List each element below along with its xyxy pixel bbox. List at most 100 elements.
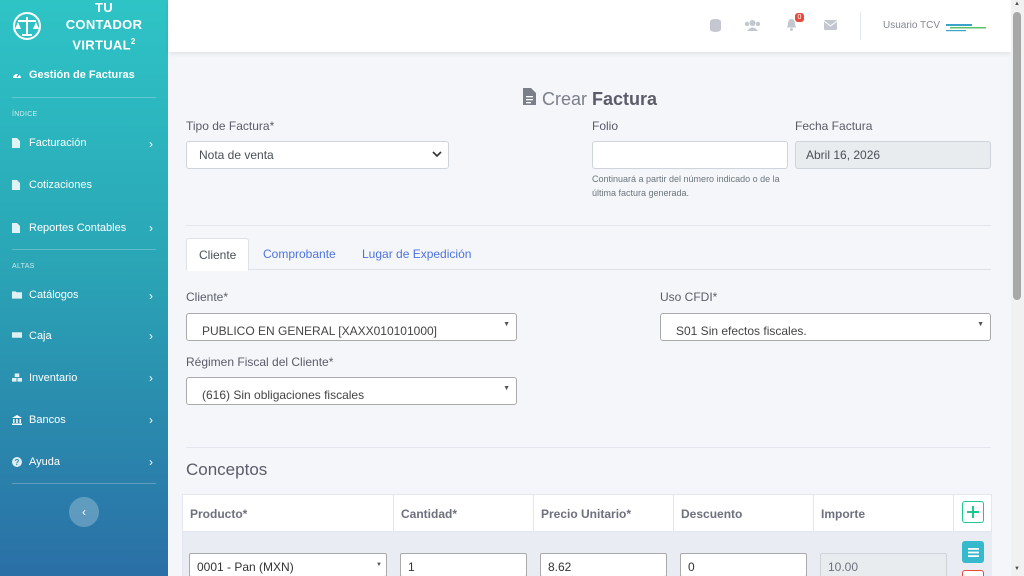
- database-icon[interactable]: [708, 18, 722, 32]
- cliente-value: PUBLICO EN GENERAL [XAXX010101000]: [202, 324, 438, 338]
- column-cantidad: Cantidad*: [394, 495, 534, 532]
- sidebar-item-label: Inventario: [29, 372, 78, 384]
- sidebar-item-gestion-facturas[interactable]: Gestión de Facturas: [0, 53, 168, 97]
- folder-icon: [12, 290, 22, 300]
- cliente-select[interactable]: PUBLICO EN GENERAL [XAXX010101000] ▼: [186, 313, 517, 341]
- boxes-icon: [12, 373, 22, 383]
- add-concept-button[interactable]: [962, 501, 984, 523]
- chevron-right-icon: ›: [149, 221, 153, 235]
- users-icon[interactable]: [743, 18, 761, 32]
- sidebar-item-label: Gestión de Facturas: [29, 69, 135, 81]
- table-row: 0001 - Pan (MXN) ▼ 1 8.62 0 10.00: [182, 532, 992, 576]
- caret-down-icon: ▼: [503, 385, 510, 392]
- tipo-factura-value: Nota de venta: [199, 148, 274, 162]
- folio-label: Folio: [592, 119, 619, 133]
- invoice-file-icon: [523, 88, 536, 110]
- scrollbar-thumb[interactable]: [1013, 12, 1021, 300]
- svg-text:?: ?: [15, 458, 20, 467]
- importe-input: 10.00: [820, 553, 947, 576]
- page-title-light: Crear: [542, 88, 588, 109]
- regimen-fiscal-label: Régimen Fiscal del Cliente*: [186, 355, 334, 369]
- sidebar-item-label: Caja: [29, 330, 52, 342]
- regimen-fiscal-select[interactable]: (616) Sin obligaciones fiscales ▼: [186, 377, 517, 405]
- sidebar-toggle-button[interactable]: ‹: [69, 497, 99, 527]
- producto-value: 0001 - Pan (MXN): [197, 560, 294, 574]
- page-title: Crear Factura: [523, 88, 657, 110]
- column-precio-unitario: Precio Unitario*: [534, 495, 674, 532]
- delete-concept-button[interactable]: [962, 570, 984, 576]
- divider: [12, 483, 156, 484]
- money-icon: [12, 331, 22, 341]
- column-producto: Producto*: [183, 495, 394, 532]
- plus-icon: [967, 506, 979, 518]
- list-icon: [967, 547, 979, 557]
- section-altas: ALTAS: [12, 263, 35, 270]
- chevron-right-icon: ›: [149, 413, 153, 427]
- chevron-right-icon: ›: [149, 289, 153, 303]
- divider: [186, 447, 991, 448]
- user-name[interactable]: Usuario TCV: [883, 20, 940, 31]
- company-logo-icon[interactable]: [944, 20, 988, 32]
- chevron-right-icon: ›: [149, 455, 153, 469]
- regimen-fiscal-value: (616) Sin obligaciones fiscales: [202, 388, 365, 402]
- sidebar-item-cotizaciones[interactable]: Cotizaciones: [0, 163, 168, 207]
- conceptos-title: Conceptos: [186, 460, 268, 479]
- divider: [186, 225, 991, 226]
- folio-hint: Continuará a partir del número indicado …: [592, 174, 780, 198]
- tipo-factura-label: Tipo de Factura*: [186, 119, 275, 133]
- sidebar-item-reportes-contables[interactable]: Reportes Contables ›: [0, 207, 168, 249]
- bell-icon[interactable]: 0: [784, 13, 804, 32]
- file-icon: [12, 138, 22, 148]
- sidebar-item-label: Cotizaciones: [29, 179, 92, 191]
- scroll-up-arrow-icon[interactable]: ▲: [1013, 1, 1021, 7]
- chevron-left-icon: ‹: [82, 505, 86, 519]
- sidebar-item-catalogos[interactable]: Catálogos ›: [0, 275, 168, 315]
- uso-cfdi-select[interactable]: S01 Sin efectos fiscales. ▼: [660, 313, 991, 341]
- descuento-input[interactable]: 0: [680, 553, 807, 576]
- chevron-right-icon: ›: [149, 371, 153, 385]
- question-icon: ?: [12, 457, 22, 467]
- column-descuento: Descuento: [674, 495, 814, 532]
- tipo-factura-select[interactable]: Nota de venta: [186, 141, 449, 169]
- sidebar-item-label: Bancos: [29, 414, 66, 426]
- caret-down-icon: ▼: [503, 321, 510, 328]
- cliente-label: Cliente*: [186, 290, 229, 304]
- sidebar-item-label: Reportes Contables: [29, 222, 127, 234]
- sidebar-item-label: Catálogos: [29, 289, 79, 301]
- sidebar-item-label: Facturación: [29, 137, 87, 149]
- file-icon: [12, 223, 22, 233]
- scroll-down-arrow-icon[interactable]: ▼: [1013, 566, 1021, 572]
- cantidad-input[interactable]: 1: [400, 553, 527, 576]
- details-button[interactable]: [962, 541, 984, 563]
- tab-lugar-expedicion[interactable]: Lugar de Expedición: [350, 238, 483, 270]
- sidebar-item-bancos[interactable]: Bancos ›: [0, 399, 168, 441]
- sidebar: TU CONTADOR VIRTUAL2 Gestión de Facturas…: [0, 0, 168, 576]
- precio-unitario-input[interactable]: 8.62: [540, 553, 667, 576]
- dashboard-icon: [12, 70, 22, 80]
- sidebar-item-inventario[interactable]: Inventario ›: [0, 357, 168, 399]
- uso-cfdi-label: Uso CFDI*: [660, 290, 718, 304]
- fecha-factura-label: Fecha Factura: [795, 119, 873, 133]
- sidebar-item-caja[interactable]: Caja ›: [0, 315, 168, 357]
- folio-input[interactable]: [592, 141, 788, 169]
- sidebar-item-facturacion[interactable]: Facturación ›: [0, 123, 168, 163]
- tab-cliente[interactable]: Cliente: [186, 238, 250, 271]
- chevron-right-icon: ›: [149, 329, 153, 343]
- section-indice: ÍNDICE: [12, 111, 38, 118]
- column-importe: Importe: [814, 495, 954, 532]
- scales-logo-icon: [10, 9, 44, 43]
- tab-comprobante[interactable]: Comprobante: [251, 238, 348, 270]
- caret-down-icon: ▼: [977, 321, 984, 328]
- sidebar-item-ayuda[interactable]: ? Ayuda ›: [0, 441, 168, 483]
- producto-select[interactable]: 0001 - Pan (MXN) ▼: [189, 553, 387, 576]
- chevron-right-icon: ›: [149, 137, 153, 151]
- caret-down-icon: ▼: [376, 562, 382, 568]
- topbar: 0 Usuario TCV: [168, 0, 1011, 52]
- envelope-icon[interactable]: [823, 18, 837, 32]
- conceptos-table-header: Producto* Cantidad* Precio Unitario* Des…: [182, 494, 992, 532]
- brand[interactable]: TU CONTADOR VIRTUAL2: [0, 0, 168, 52]
- uso-cfdi-value: S01 Sin efectos fiscales.: [676, 324, 807, 338]
- notification-badge: 0: [795, 13, 804, 22]
- fecha-factura-input: Abril 16, 2026: [795, 141, 991, 169]
- bank-icon: [12, 415, 22, 425]
